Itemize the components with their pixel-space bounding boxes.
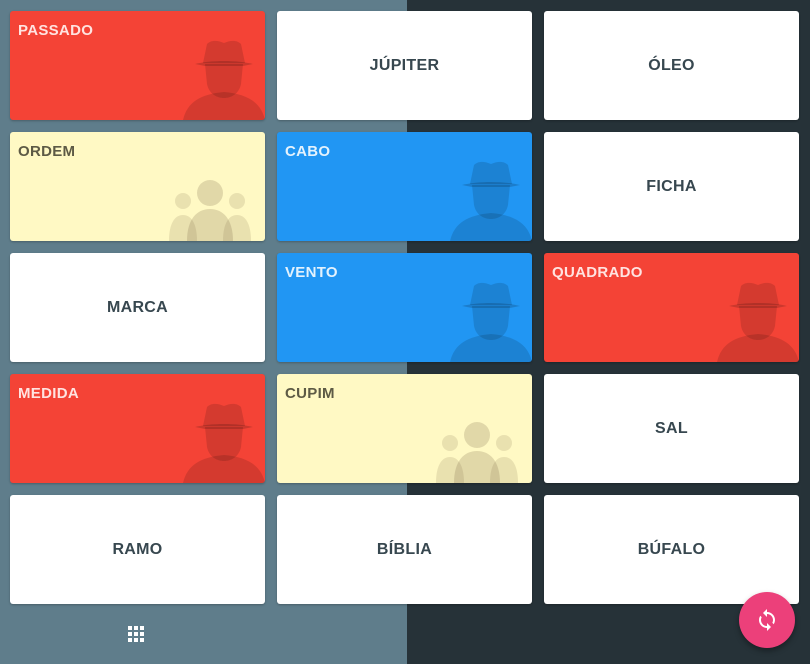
agent-icon (183, 403, 265, 483)
word-card[interactable]: BÚFALO (544, 495, 799, 604)
grid-view-icon[interactable] (128, 626, 146, 644)
agent-icon (450, 161, 532, 241)
word-card[interactable]: QUADRADO (544, 253, 799, 362)
word-card[interactable]: FICHA (544, 132, 799, 241)
word-card[interactable]: JÚPITER (277, 11, 532, 120)
refresh-icon (759, 609, 775, 631)
word-card[interactable]: MEDIDA (10, 374, 265, 483)
word-card[interactable]: CUPIM (277, 374, 532, 483)
refresh-button[interactable] (739, 592, 795, 648)
card-word: SAL (655, 419, 688, 437)
agent-icon (450, 282, 532, 362)
word-card[interactable]: SAL (544, 374, 799, 483)
word-card[interactable]: PASSADO (10, 11, 265, 120)
card-word: ÓLEO (648, 56, 695, 74)
card-word: BÍBLIA (376, 540, 433, 558)
word-card[interactable]: ORDEM (10, 132, 265, 241)
card-word: RAMO (112, 540, 163, 558)
word-card[interactable]: ÓLEO (544, 11, 799, 120)
card-word: JÚPITER (369, 56, 440, 74)
civilians-icon (436, 422, 518, 483)
agent-icon (183, 40, 265, 120)
card-word: MARCA (106, 298, 169, 316)
card-word: BÚFALO (637, 540, 706, 558)
agent-icon (717, 282, 799, 362)
word-board: PASSADO JÚPITER ÓLEO ORDEM CABO FICHA MARCA VEN… (10, 11, 799, 604)
word-card[interactable]: BÍBLIA (277, 495, 532, 604)
civilians-icon (169, 180, 251, 241)
word-card[interactable]: MARCA (10, 253, 265, 362)
card-word: FICHA (646, 177, 697, 195)
word-card[interactable]: RAMO (10, 495, 265, 604)
word-card[interactable]: CABO (277, 132, 532, 241)
word-card[interactable]: VENTO (277, 253, 532, 362)
